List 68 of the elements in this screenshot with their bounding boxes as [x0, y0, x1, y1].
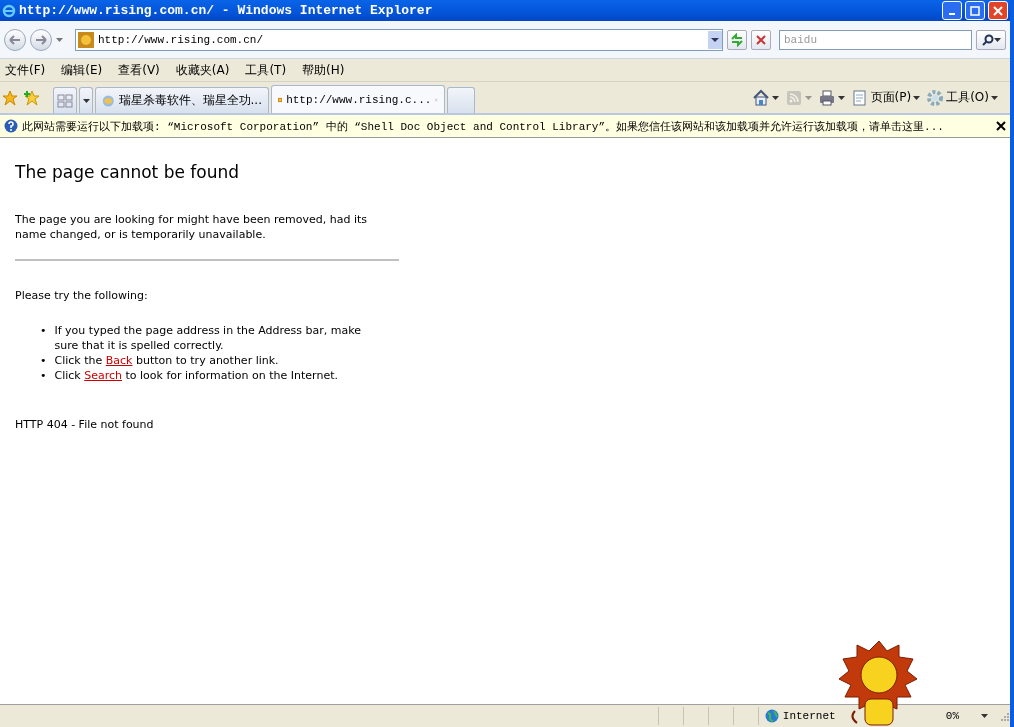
refresh-icon [730, 32, 744, 47]
minimize-icon [949, 13, 955, 15]
suggestion-item: Click Search to look for information on the Internet. [54, 368, 338, 383]
caret-icon [804, 95, 812, 100]
help-shield-icon [4, 119, 18, 133]
feed-icon [784, 88, 803, 107]
stop-button[interactable] [751, 29, 771, 50]
maximize-button[interactable] [965, 1, 985, 20]
browser-icon [2, 3, 16, 18]
page-menu-button[interactable]: 页面(P) [850, 88, 921, 107]
page-heading: The page cannot be found [15, 162, 241, 182]
add-favorite-icon[interactable] [24, 89, 40, 106]
menu-item[interactable]: 收藏夹(A) [175, 61, 230, 79]
menu-item[interactable]: 查看(V) [118, 61, 160, 79]
search-field[interactable]: baidu [779, 29, 972, 50]
suggestion-item: If you typed the page address in the Address bar, make sure that it is spelled correctly. [54, 323, 362, 353]
star-icon[interactable] [2, 89, 18, 106]
close-icon [993, 5, 1003, 16]
search-icon [981, 33, 994, 46]
grid-icon [57, 93, 73, 108]
instruction-text: Please try the following: [15, 288, 149, 303]
tools-menu-button[interactable]: 工具(O) [926, 88, 998, 107]
page-description: The page you are looking for might have been removed, had its name changed, or is temporarily unavailable. [15, 212, 368, 242]
bullet: • [40, 368, 47, 383]
history-caret-icon[interactable] [56, 37, 63, 42]
forward-button[interactable] [30, 28, 52, 51]
home-icon [751, 88, 770, 107]
resize-grip-icon [998, 710, 1010, 722]
forward-arrow-icon [35, 34, 47, 45]
caret-icon[interactable] [981, 714, 988, 718]
caret-icon [837, 95, 845, 100]
menu-item[interactable]: 文件(F) [5, 61, 46, 79]
menu-item[interactable]: 编辑(E) [61, 61, 103, 79]
close-button[interactable] [988, 1, 1008, 20]
menu-item[interactable]: 帮助(H) [302, 61, 345, 79]
refresh-button[interactable] [727, 29, 747, 50]
print-button[interactable] [817, 88, 845, 107]
page-icon [850, 88, 869, 107]
browser-tab[interactable]: 瑞星杀毒软件、瑞星全功... [95, 87, 269, 113]
caret-icon[interactable] [993, 37, 1001, 42]
browser-tab[interactable]: http://www.rising.c... [271, 85, 445, 113]
caret-icon[interactable] [82, 98, 90, 103]
search-button[interactable] [976, 29, 1006, 50]
stop-icon [756, 34, 766, 45]
maximize-icon [970, 5, 980, 16]
bullet: • [40, 353, 47, 368]
security-zone-label: Internet [782, 710, 836, 722]
minimize-button[interactable] [942, 1, 962, 20]
suggestion-item: Click the Back button to try another link. [54, 353, 279, 368]
address-field[interactable]: http://www.rising.com.cn/ [75, 28, 723, 51]
caret-icon [991, 95, 998, 100]
home-button[interactable] [751, 88, 779, 107]
window-title: http://www.rising.com.cn/ - Windows Internet Explorer [19, 3, 434, 18]
zoom-level[interactable]: 0% [945, 710, 959, 722]
tab-list-button[interactable] [79, 87, 93, 113]
link[interactable]: Back [105, 354, 133, 367]
globe-icon [764, 709, 779, 723]
caret-icon [913, 95, 921, 100]
menu-item[interactable]: 工具(T) [245, 61, 287, 79]
caret-icon [771, 95, 779, 100]
link[interactable]: Search [84, 369, 122, 382]
printer-icon [817, 88, 836, 107]
back-button[interactable] [4, 28, 26, 51]
close-icon[interactable] [996, 121, 1006, 131]
bullet: • [40, 323, 47, 339]
back-arrow-icon [9, 34, 21, 45]
gear-icon [926, 88, 945, 107]
error-code: HTTP 404 - File not found [15, 417, 155, 432]
